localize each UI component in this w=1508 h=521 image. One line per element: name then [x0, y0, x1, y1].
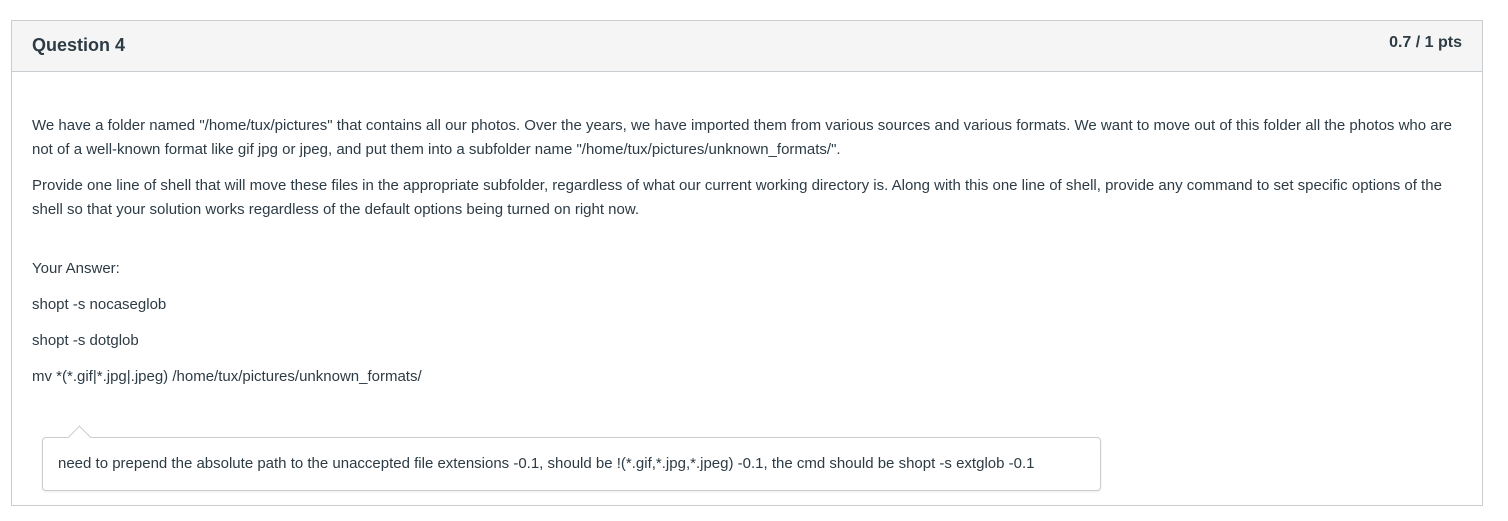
answer-line: shopt -s dotglob [32, 332, 139, 349]
question-paragraph: We have a folder named "/home/tux/pictur… [32, 117, 1452, 158]
question-card: Question 4 0.7 / 1 pts We have a folder … [11, 20, 1483, 506]
answer-section: Your Answer: shopt -s nocaseglob shopt -… [32, 257, 422, 401]
question-paragraph: Provide one line of shell that will move… [32, 177, 1442, 218]
answer-line: mv *(*.gif|*.jpg|.jpeg) /home/tux/pictur… [32, 368, 422, 385]
grader-comment: need to prepend the absolute path to the… [42, 425, 1101, 491]
grader-comment-text: need to prepend the absolute path to the… [58, 455, 1035, 472]
comment-pointer-icon [67, 425, 92, 450]
question-header: Question 4 0.7 / 1 pts [12, 21, 1482, 72]
question-text: We have a folder named "/home/tux/pictur… [32, 114, 1452, 234]
question-points: 0.7 / 1 pts [1389, 34, 1462, 51]
question-title: Question 4 [32, 35, 126, 55]
answer-line: shopt -s nocaseglob [32, 296, 167, 313]
answer-label: Your Answer: [32, 260, 120, 277]
